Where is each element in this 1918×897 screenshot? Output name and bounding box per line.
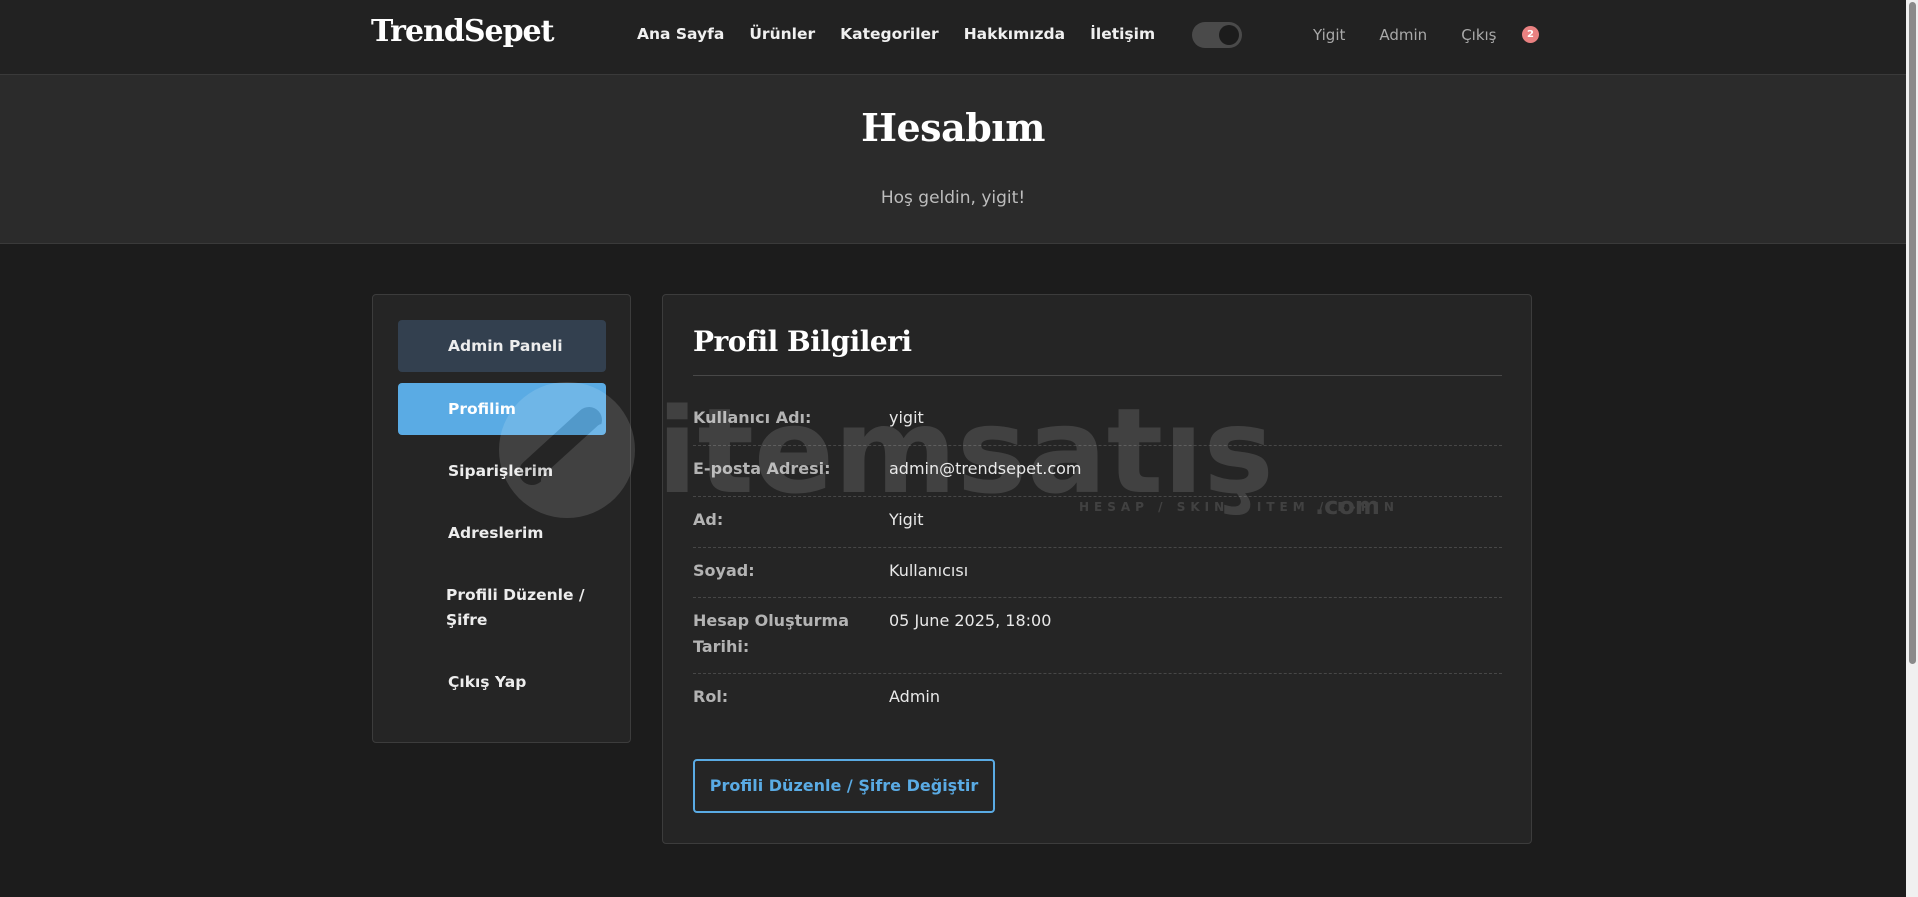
info-label: Ad: <box>693 510 724 529</box>
info-value: Kullanıcısı <box>889 561 969 580</box>
info-row-created-at: Hesap Oluşturma Tarihi: 05 June 2025, 18… <box>693 598 1502 674</box>
info-label: Soyad: <box>693 561 755 580</box>
nav-link-categories[interactable]: Kategoriler <box>840 25 939 43</box>
notification-badge[interactable]: 2 <box>1522 26 1539 43</box>
profile-panel: Profil Bilgileri Kullanıcı Adı: yigit E-… <box>662 294 1532 844</box>
nav-link-products[interactable]: Ürünler <box>749 25 815 43</box>
info-value: admin@trendsepet.com <box>889 459 1082 478</box>
brand-logo[interactable]: TrendSepet <box>371 14 554 49</box>
sidebar-item-edit-profile[interactable]: Profili Düzenle / Şifre <box>398 583 606 633</box>
scrollbar[interactable] <box>1906 0 1918 897</box>
toggle-knob <box>1219 25 1239 45</box>
nav-link-about[interactable]: Hakkımızda <box>964 25 1065 43</box>
info-label: E-posta Adresi: <box>693 459 831 478</box>
page-title: Hesabım <box>861 105 1045 150</box>
info-row-last-name: Soyad: Kullanıcısı <box>693 548 1502 598</box>
main-nav: Ana Sayfa Ürünler Kategoriler Hakkımızda… <box>637 25 1155 43</box>
nav-link-home[interactable]: Ana Sayfa <box>637 25 724 43</box>
top-navbar: TrendSepet Ana Sayfa Ürünler Kategoriler… <box>0 0 1906 75</box>
theme-toggle[interactable] <box>1192 22 1242 48</box>
nav-link-contact[interactable]: İletişim <box>1090 25 1155 43</box>
admin-link[interactable]: Admin <box>1379 26 1427 44</box>
info-row-email: E-posta Adresi: admin@trendsepet.com <box>693 446 1502 497</box>
page-header: Hesabım Hoş geldin, yigit! <box>0 75 1906 244</box>
info-label: Hesap Oluşturma Tarihi: <box>693 611 849 656</box>
account-sidebar: Admin Paneli Profilim Siparişlerim Adres… <box>372 294 631 743</box>
info-label: Rol: <box>693 687 729 706</box>
info-row-username: Kullanıcı Adı: yigit <box>693 395 1502 446</box>
scrollbar-thumb[interactable] <box>1909 2 1916 664</box>
info-row-role: Rol: Admin <box>693 674 1502 724</box>
info-row-first-name: Ad: Yigit <box>693 497 1502 548</box>
info-label: Kullanıcı Adı: <box>693 408 812 427</box>
sidebar-item-orders[interactable]: Siparişlerim <box>398 456 606 486</box>
info-value: 05 June 2025, 18:00 <box>889 611 1052 630</box>
info-value: Admin <box>889 687 940 706</box>
info-value: Yigit <box>889 510 924 529</box>
profile-title: Profil Bilgileri <box>693 325 912 358</box>
welcome-message: Hoş geldin, yigit! <box>880 188 1026 208</box>
logout-link[interactable]: Çıkış <box>1461 26 1496 44</box>
sidebar-item-logout[interactable]: Çıkış Yap <box>398 667 606 697</box>
sidebar-item-profile[interactable]: Profilim <box>398 383 606 435</box>
title-divider <box>693 375 1502 376</box>
user-nav: Yigit Admin Çıkış <box>1313 26 1497 44</box>
sidebar-item-admin-panel[interactable]: Admin Paneli <box>398 320 606 372</box>
edit-profile-button[interactable]: Profili Düzenle / Şifre Değiştir <box>693 759 995 813</box>
sidebar-item-addresses[interactable]: Adreslerim <box>398 518 606 548</box>
user-profile-link[interactable]: Yigit <box>1313 26 1345 44</box>
info-value: yigit <box>889 408 924 427</box>
